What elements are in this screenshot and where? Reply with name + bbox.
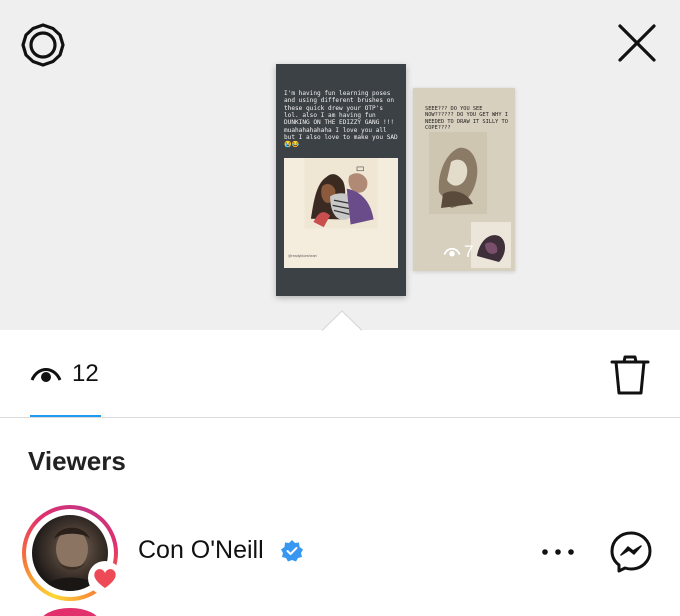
view-count: 12 <box>72 360 99 387</box>
selection-pointer <box>322 310 362 331</box>
heart-icon <box>94 569 116 588</box>
delete-button[interactable] <box>610 354 650 396</box>
more-options-button[interactable] <box>540 545 576 559</box>
story-caption: SEEE??? DO YOU SEE NOW?????? DO YOU GET … <box>425 106 508 132</box>
liked-badge <box>88 561 122 595</box>
settings-button[interactable] <box>20 22 66 68</box>
more-icon <box>542 549 574 555</box>
gear-icon <box>21 23 65 67</box>
messenger-icon <box>610 531 652 573</box>
story-sticker <box>471 222 511 268</box>
viewers-heading: Viewers <box>28 446 126 476</box>
close-button[interactable] <box>614 20 660 66</box>
story-caption: I'm having fun learning poses and using … <box>284 90 398 149</box>
next-viewer-avatar-partial <box>40 608 100 616</box>
story-artwork <box>429 132 487 214</box>
active-tab-indicator <box>30 415 101 417</box>
eye-icon <box>30 368 62 382</box>
trash-icon <box>610 355 650 395</box>
close-icon <box>618 24 656 62</box>
story-artwork <box>284 158 398 268</box>
message-button[interactable] <box>609 530 653 574</box>
story-credit: @readybluesheart <box>288 254 317 258</box>
story-views: 7 <box>443 242 473 262</box>
eye-icon <box>443 247 461 257</box>
viewer-name[interactable]: Con O'Neill <box>138 536 264 565</box>
story-thumbnail-selected[interactable]: I'm having fun learning poses and using … <box>276 64 406 296</box>
story-thumbnail[interactable]: SEEE??? DO YOU SEE NOW?????? DO YOU GET … <box>413 88 515 271</box>
story-stats-bar <box>0 330 680 418</box>
verified-badge-icon <box>281 540 303 562</box>
story-view-count: 7 <box>464 242 474 261</box>
